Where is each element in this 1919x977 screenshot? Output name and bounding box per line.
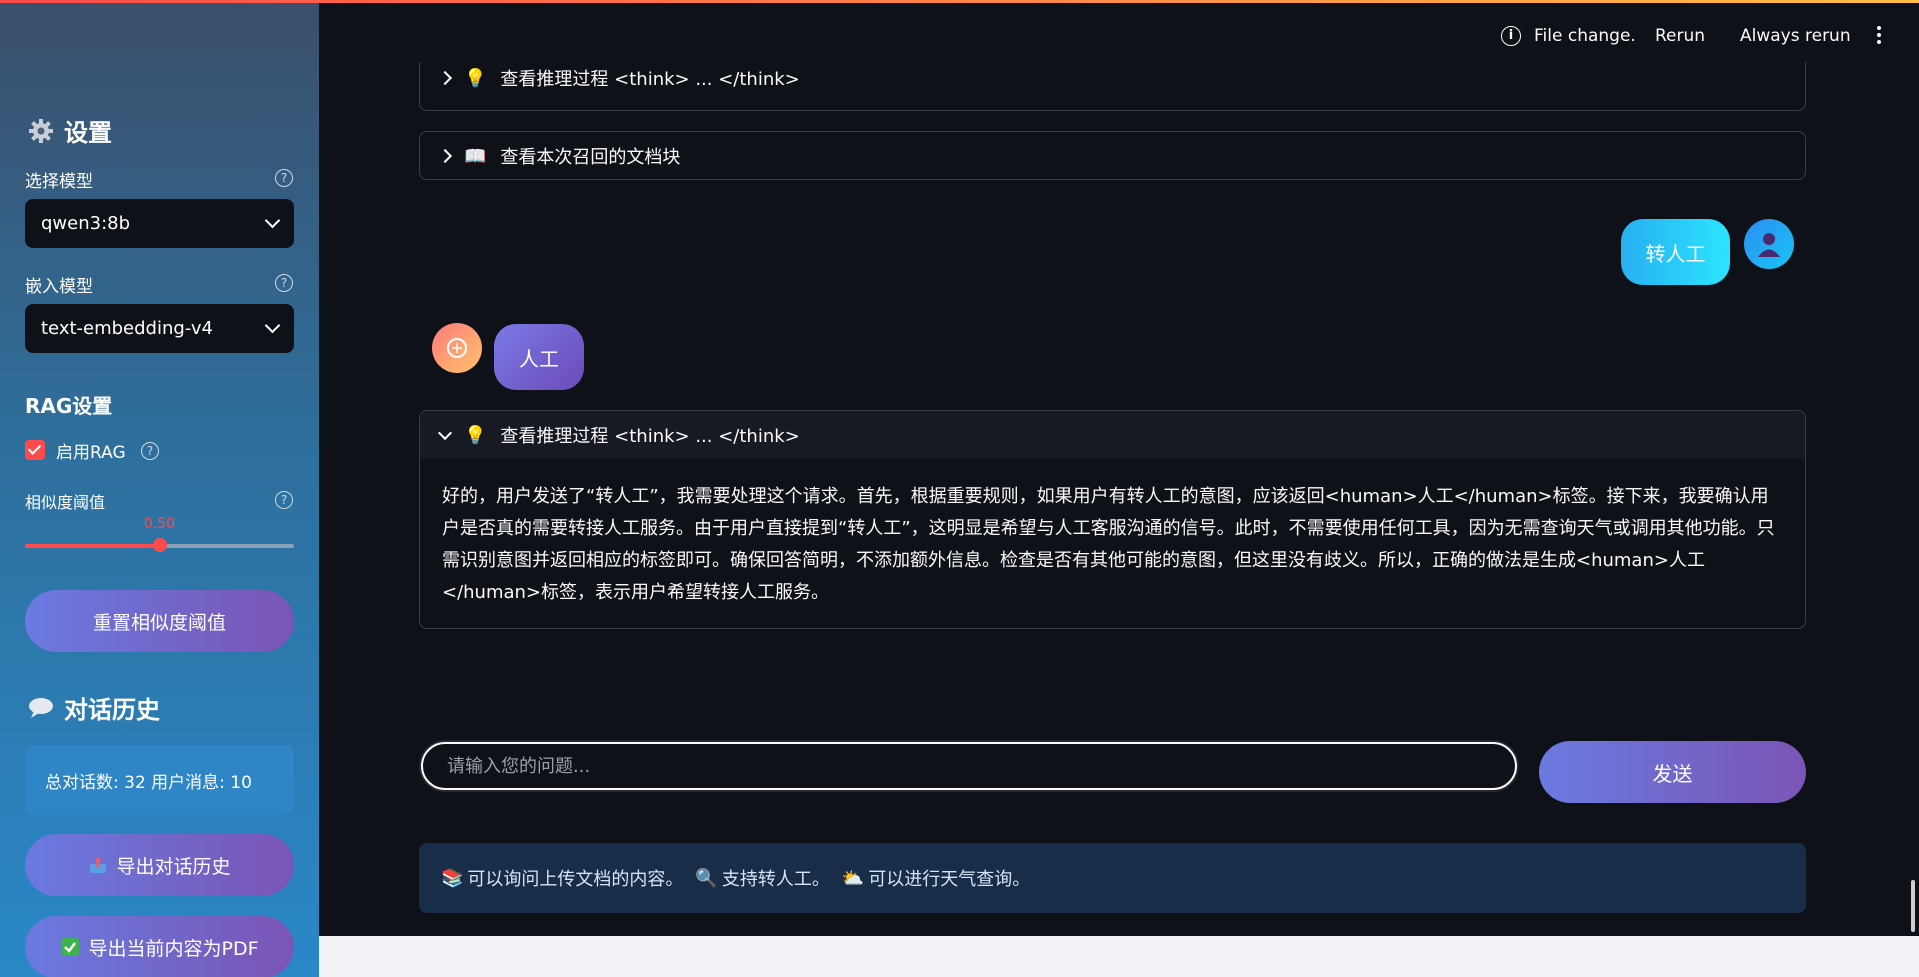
outbox-tray-icon bbox=[90, 857, 107, 873]
threshold-slider[interactable] bbox=[25, 538, 294, 552]
sidebar: 设置 选择模型 ? qwen3:8b 嵌入模型 ? text-embedding… bbox=[0, 0, 319, 977]
send-button[interactable]: 发送 bbox=[1539, 741, 1806, 803]
tip-weather: 可以进行天气查询。 bbox=[868, 869, 1031, 890]
slider-fill bbox=[25, 544, 160, 548]
chevron-down-icon bbox=[437, 425, 453, 440]
info-icon: i bbox=[1501, 26, 1521, 46]
export-pdf-label: 导出当前内容为PDF bbox=[88, 937, 259, 960]
user-message-bubble: 转人工 bbox=[1621, 219, 1730, 285]
bot-message-bubble: 人工 bbox=[494, 324, 584, 390]
export-history-button[interactable]: 导出对话历史 bbox=[25, 834, 294, 896]
check-mark-icon bbox=[61, 938, 80, 956]
expander-title: 查看推理过程 <think> ... </think> bbox=[500, 426, 800, 447]
rerun-button[interactable]: Rerun bbox=[1655, 26, 1705, 46]
threshold-label: 相似度阈值 bbox=[25, 493, 106, 512]
always-rerun-button[interactable]: Always rerun bbox=[1740, 26, 1851, 46]
lightbulb-icon: 💡 bbox=[464, 67, 487, 89]
send-button-label: 发送 bbox=[1652, 761, 1693, 786]
sun-cloud-icon: ⛅ bbox=[841, 867, 865, 889]
rag-checkbox-label: 启用RAG bbox=[56, 443, 126, 463]
chat-input[interactable] bbox=[421, 742, 1517, 790]
magnifier-icon: 🔍 bbox=[695, 867, 718, 889]
bot-avatar bbox=[432, 323, 482, 373]
tips-bar: 📚 可以询问上传文档的内容。 🔍 支持转人工。 ⛅ 可以进行天气查询。 bbox=[419, 843, 1806, 913]
history-stats-text: 总对话数: 32 用户消息: 10 bbox=[45, 772, 252, 793]
slider-thumb[interactable] bbox=[152, 538, 167, 552]
scrollbar[interactable] bbox=[1911, 880, 1915, 932]
user-avatar bbox=[1744, 219, 1794, 269]
help-icon[interactable]: ? bbox=[275, 491, 293, 509]
history-heading: 对话历史 bbox=[28, 690, 160, 725]
chevron-right-icon bbox=[437, 148, 453, 164]
bot-message-text: 人工 bbox=[519, 346, 559, 371]
threshold-slider-value: 0.50 bbox=[143, 516, 176, 532]
expander-title: 查看推理过程 <think> ... </think> bbox=[500, 69, 800, 90]
reset-threshold-button[interactable]: 重置相似度阈值 bbox=[25, 590, 294, 652]
think-content: 好的，用户发送了“转人工”，我需要处理这个请求。首先，根据重要规则，如果用户有转… bbox=[442, 486, 1775, 603]
tip-docs: 可以询问上传文档的内容。 bbox=[467, 869, 684, 890]
user-message-text: 转人工 bbox=[1645, 241, 1706, 266]
person-icon bbox=[1758, 233, 1780, 257]
bottom-strip bbox=[319, 936, 1919, 977]
chevron-down-icon bbox=[264, 212, 281, 229]
export-history-label: 导出对话历史 bbox=[116, 855, 231, 878]
tip-human: 支持转人工。 bbox=[721, 869, 830, 890]
rag-settings-heading: RAG设置 bbox=[25, 394, 113, 418]
chevron-down-icon bbox=[264, 317, 281, 334]
model-select[interactable]: qwen3:8b bbox=[25, 199, 294, 248]
export-pdf-button[interactable]: 导出当前内容为PDF bbox=[25, 916, 294, 977]
reset-threshold-label: 重置相似度阈值 bbox=[92, 611, 226, 634]
top-progress-line bbox=[0, 0, 1919, 3]
chat-input-container bbox=[419, 740, 1519, 792]
history-stats: 总对话数: 32 用户消息: 10 bbox=[25, 745, 294, 815]
model-select-label: 选择模型 bbox=[25, 172, 93, 192]
embed-select-label: 嵌入模型 bbox=[25, 277, 93, 297]
help-icon[interactable]: ? bbox=[275, 274, 293, 292]
gear-icon bbox=[29, 118, 53, 143]
think-expander-collapsed[interactable]: 💡 查看推理过程 <think> ... </think> bbox=[419, 62, 1806, 111]
lightbulb-icon: 💡 bbox=[464, 424, 487, 446]
embed-select[interactable]: text-embedding-v4 bbox=[25, 304, 294, 353]
chevron-right-icon bbox=[437, 70, 453, 86]
help-icon[interactable]: ? bbox=[141, 442, 159, 460]
settings-title: 设置 bbox=[64, 119, 112, 147]
model-select-value: qwen3:8b bbox=[41, 213, 131, 234]
docs-expander[interactable]: 📖 查看本次召回的文档块 bbox=[419, 131, 1806, 180]
bot-icon bbox=[447, 338, 467, 358]
rag-checkbox[interactable] bbox=[25, 440, 45, 460]
books-icon: 📚 bbox=[441, 867, 464, 889]
think-expander-open[interactable]: 💡 查看推理过程 <think> ... </think> 好的，用户发送了“转… bbox=[419, 410, 1806, 629]
settings-heading: 设置 bbox=[28, 113, 112, 148]
main-menu-icon[interactable] bbox=[1877, 26, 1881, 44]
open-book-icon: 📖 bbox=[464, 145, 487, 167]
file-change-status: File change. bbox=[1534, 26, 1636, 46]
embed-select-value: text-embedding-v4 bbox=[41, 318, 213, 339]
speech-bubble-icon bbox=[29, 697, 53, 718]
expander-title: 查看本次召回的文档块 bbox=[500, 147, 681, 168]
history-title: 对话历史 bbox=[64, 696, 160, 724]
help-icon[interactable]: ? bbox=[275, 169, 293, 187]
